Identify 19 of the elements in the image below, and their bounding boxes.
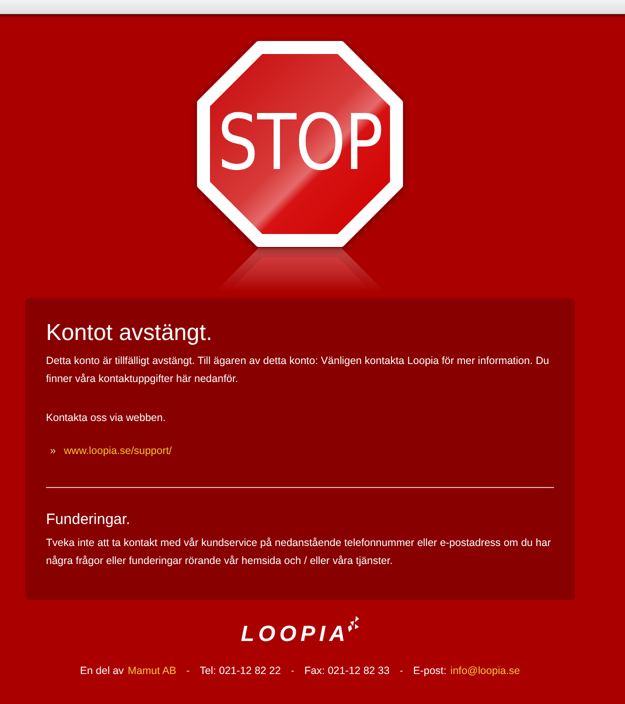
footer-text: Fax: 021-12 82 33 [304,664,390,679]
footer-link[interactable]: Mamut AB [128,663,176,679]
swirl-icon [347,616,360,632]
footer-text: Tel: 021-12 82 22 [200,664,281,679]
logo-wordmark: LOOPIA [240,622,350,646]
footer-text: En del av [80,664,124,679]
link-bullet: » [50,444,56,459]
footer-separator: - [290,664,294,679]
questions-title: Funderingar. [46,510,132,530]
contact-prompt: Kontakta oss via webben. [46,411,167,426]
questions-message: Tveka inte att ta kontakt med vår kundservice på nedanstående telefonnummer eller e-postadress om du har några frågor eller funderingar rörande vår hemsida och / eller våra tjänster. [46,536,552,569]
support-link[interactable]: www.loopia.se/support/ [64,442,172,460]
stop-sign-text: STOP [218,108,382,180]
notice-title: Kontot avstängt. [46,318,214,346]
footer-separator: - [186,664,190,679]
notice-message: Detta konto är tillfälligt avstängt. Till ägaren av detta konto: Vänligen kontakta Loopia för mer information. Du finner våra kontaktuppgifter här nedanför. [46,354,550,387]
footer-text: E-post: [413,664,446,679]
footer-link[interactable]: info@loopia.se [450,663,520,679]
footer-separator: - [400,664,404,679]
